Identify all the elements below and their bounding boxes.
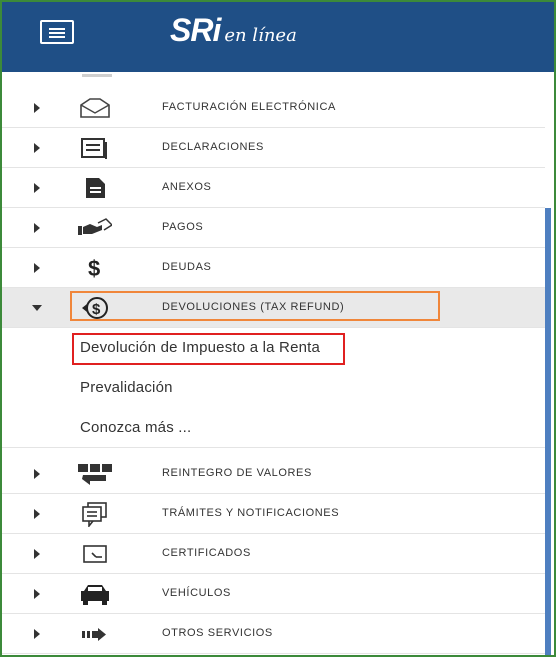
expand-arrow-icon xyxy=(34,223,40,233)
menu-item-label: FACTURACIÓN ELECTRÓNICA xyxy=(162,101,336,113)
menu-item-label: TRÁMITES Y NOTIFICACIONES xyxy=(162,507,340,519)
menu-item-certificados[interactable]: CERTIFICADOS xyxy=(2,534,545,574)
submenu-item-devolucion-renta[interactable]: Devolución de Impuesto a la Renta xyxy=(2,328,545,368)
menu-item-label: DECLARACIONES xyxy=(162,141,264,153)
logo-main: SRi xyxy=(170,12,221,48)
notification-icon xyxy=(82,502,107,527)
scrollbar[interactable] xyxy=(545,208,551,655)
expand-arrow-icon xyxy=(34,509,40,519)
menu-item-declaraciones[interactable]: DECLARACIONES xyxy=(2,128,545,168)
car-icon xyxy=(81,585,109,605)
document-list-icon xyxy=(81,138,107,159)
svg-text:$: $ xyxy=(88,256,100,281)
collapse-arrow-icon xyxy=(32,305,42,311)
expand-arrow-icon xyxy=(34,103,40,113)
menu-item-label: REINTEGRO DE VALORES xyxy=(162,467,312,479)
submenu-item-conozca[interactable]: Conozca más ... xyxy=(2,408,545,448)
dollar-icon: $ xyxy=(88,256,100,281)
expand-arrow-icon xyxy=(34,143,40,153)
menu-item-anexos[interactable]: ANEXOS xyxy=(2,168,545,208)
app-frame: SRien línea FACTURACIÓN ELECTRÓNICA DEC xyxy=(0,0,556,657)
menu-item-devoluciones[interactable]: $ DEVOLUCIONES (TAX REFUND) xyxy=(2,288,545,328)
menu-item-otros-servicios[interactable]: OTROS SERVICIOS xyxy=(2,614,545,654)
header: SRi en línea xyxy=(2,2,554,72)
submenu-item-prevalidacion[interactable]: Prevalidación xyxy=(2,368,545,408)
menu-item-label: CERTIFICADOS xyxy=(162,547,251,559)
expand-arrow-icon xyxy=(34,549,40,559)
menu-item-deudas[interactable]: $ DEUDAS xyxy=(2,248,545,288)
menu-item-tramites[interactable]: TRÁMITES Y NOTIFICACIONES xyxy=(2,494,545,534)
menu-item-label: OTROS SERVICIOS xyxy=(162,627,273,639)
certificate-icon xyxy=(83,545,107,563)
money-return-icon xyxy=(78,464,112,485)
expand-arrow-icon xyxy=(34,629,40,639)
menu-item-label: VEHÍCULOS xyxy=(162,587,231,599)
hamburger-menu-icon[interactable] xyxy=(40,20,74,44)
expand-arrow-icon xyxy=(34,263,40,273)
envelope-icon xyxy=(80,98,110,118)
menu-item-facturacion[interactable]: FACTURACIÓN ELECTRÓNICA xyxy=(2,88,545,128)
orange-highlight-box xyxy=(70,291,440,321)
expand-arrow-icon xyxy=(34,183,40,193)
red-highlight-box xyxy=(72,333,345,365)
submenu-item-label: Conozca más ... xyxy=(80,419,192,436)
sri-logo[interactable]: SRi en línea xyxy=(170,12,297,49)
menu-item-pagos[interactable]: PAGOS xyxy=(2,208,545,248)
menu-item-label: PAGOS xyxy=(162,221,204,233)
file-icon xyxy=(86,178,105,198)
menu-item-reintegro[interactable]: REINTEGRO DE VALORES xyxy=(2,454,545,494)
logo-sub: en línea xyxy=(224,25,297,46)
expand-arrow-icon xyxy=(34,589,40,599)
expand-arrow-icon xyxy=(34,469,40,479)
menu-item-label: DEUDAS xyxy=(162,261,212,273)
arrow-services-icon xyxy=(82,628,106,641)
partial-icon xyxy=(82,74,112,77)
hand-payment-icon xyxy=(78,218,112,235)
menu-item-vehiculos[interactable]: VEHÍCULOS xyxy=(2,574,545,614)
menu-item-label: ANEXOS xyxy=(162,181,212,193)
submenu-item-label: Prevalidación xyxy=(80,379,173,396)
